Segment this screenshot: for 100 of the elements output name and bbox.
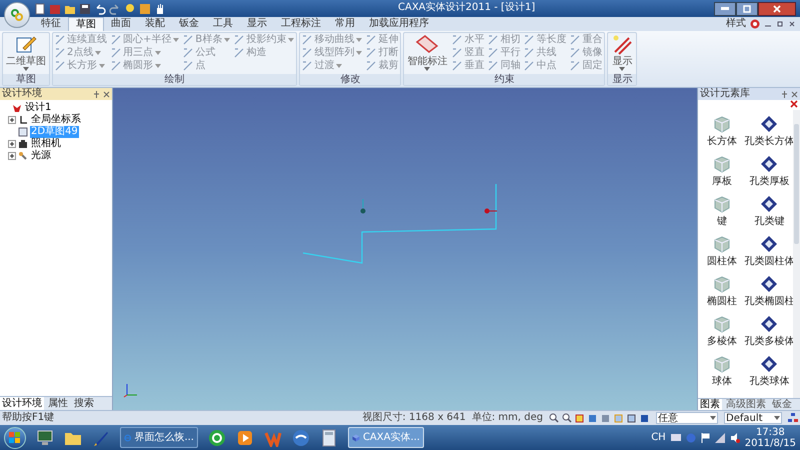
expand-icon[interactable] bbox=[8, 116, 16, 124]
tool-icon bbox=[55, 48, 65, 58]
library-item[interactable]: 球体 bbox=[698, 350, 746, 390]
solid-shape-icon bbox=[712, 114, 732, 134]
tool-icon bbox=[452, 60, 462, 70]
library-item[interactable]: 厚板 bbox=[698, 150, 746, 190]
minimize-icon bbox=[721, 7, 729, 10]
library-item[interactable]: 孔类多棱体 bbox=[746, 310, 793, 350]
panel-tab[interactable]: 搜索 bbox=[72, 397, 96, 410]
panel-tab[interactable]: 属性 bbox=[46, 397, 70, 410]
restore-button[interactable] bbox=[736, 2, 758, 16]
solid-shape-icon bbox=[712, 314, 732, 334]
restore-icon[interactable] bbox=[776, 20, 784, 28]
window-title: CAXA实体设计2011 - [设计1] bbox=[398, 2, 536, 14]
panel-tab[interactable]: 钣金 bbox=[770, 398, 794, 410]
library-item[interactable]: 多棱体 bbox=[698, 310, 746, 350]
library-item[interactable]: 圆柱体 bbox=[698, 230, 746, 270]
ribbon-tab[interactable]: 钣金 bbox=[172, 17, 206, 31]
player-icon[interactable] bbox=[236, 428, 254, 446]
scrollbar[interactable] bbox=[793, 110, 800, 398]
pin-icon[interactable] bbox=[781, 90, 788, 98]
style-dropdown[interactable]: Default bbox=[724, 412, 782, 424]
tool-icon bbox=[524, 34, 534, 44]
zoom-icon[interactable] bbox=[562, 413, 572, 423]
tool-icon bbox=[55, 34, 65, 44]
flag-icon[interactable] bbox=[700, 432, 710, 442]
library-item[interactable]: 孔类球体 bbox=[746, 350, 793, 390]
ribbon-tab[interactable]: 曲面 bbox=[104, 17, 138, 31]
panel-tab[interactable]: 设计环境 bbox=[0, 397, 44, 410]
close-icon[interactable] bbox=[791, 90, 798, 98]
tool-icon bbox=[111, 48, 121, 58]
start-button[interactable] bbox=[4, 426, 26, 448]
library-item[interactable]: 长方体 bbox=[698, 110, 746, 150]
library-item[interactable]: 孔类键 bbox=[746, 190, 793, 230]
panel-tab[interactable]: 高级图素 bbox=[724, 398, 768, 410]
close-icon[interactable] bbox=[103, 90, 110, 98]
axes-icon bbox=[18, 115, 28, 125]
hole-shape-icon bbox=[759, 234, 780, 254]
ribbon-large-button[interactable]: 显示 bbox=[610, 33, 634, 74]
ribbon-tab[interactable]: 特征 bbox=[34, 17, 68, 31]
signal-icon[interactable] bbox=[714, 432, 725, 442]
zoom-icon[interactable] bbox=[549, 413, 559, 423]
ribbon-tab[interactable]: 工具 bbox=[206, 17, 240, 31]
close-button[interactable] bbox=[758, 2, 796, 16]
speaker-icon[interactable] bbox=[730, 432, 740, 442]
dimension-icon bbox=[415, 34, 440, 56]
tool-icon bbox=[488, 48, 498, 58]
clock[interactable]: 17:38 2011/8/15 bbox=[744, 426, 796, 448]
redo-icon[interactable] bbox=[109, 2, 121, 14]
tool-icon bbox=[302, 60, 312, 70]
library-item[interactable]: 孔类长方体 bbox=[746, 110, 793, 150]
units-text: 单位: mm, deg bbox=[472, 412, 543, 424]
panel-tab[interactable]: 图素 bbox=[698, 398, 722, 410]
expand-icon[interactable] bbox=[8, 140, 16, 148]
library-item[interactable]: 椭圆柱 bbox=[698, 270, 746, 310]
hand-icon[interactable] bbox=[154, 2, 166, 14]
tool-icon bbox=[234, 48, 244, 58]
ribbon-large-button[interactable]: 智能标注 bbox=[406, 33, 448, 74]
ribbon-large-button[interactable]: 二维草图 bbox=[5, 33, 47, 74]
ribbon-tab[interactable]: 加载应用程序 bbox=[362, 17, 436, 31]
tool-icon bbox=[302, 34, 312, 44]
computer-icon[interactable] bbox=[36, 428, 54, 446]
scroll-thumb[interactable] bbox=[794, 124, 799, 244]
taskbar-button[interactable]: 界面怎么恢... bbox=[120, 427, 198, 448]
ribbon-tab[interactable]: 工程标注 bbox=[274, 17, 328, 31]
tree-item[interactable]: 设计1 bbox=[24, 102, 52, 114]
close-icon[interactable] bbox=[790, 100, 798, 108]
close-icon[interactable] bbox=[788, 20, 796, 28]
tool-icon bbox=[183, 34, 194, 44]
ribbon-tab[interactable]: 装配 bbox=[138, 17, 172, 31]
calculator-icon[interactable] bbox=[320, 428, 338, 446]
tool-icon bbox=[452, 48, 462, 58]
ribbon-tab[interactable]: 草图 bbox=[68, 17, 104, 31]
style-menu[interactable]: 样式 bbox=[726, 18, 746, 30]
point-marker-icon bbox=[483, 207, 497, 215]
pin-icon[interactable] bbox=[93, 90, 100, 98]
app-menu-button[interactable] bbox=[4, 2, 30, 28]
tree-item[interactable]: 照相机 bbox=[30, 138, 62, 150]
library-item[interactable]: 孔类厚板 bbox=[746, 150, 793, 190]
expand-icon[interactable] bbox=[8, 152, 16, 160]
undo-icon[interactable] bbox=[94, 2, 106, 14]
group-label: 修改 bbox=[300, 74, 400, 85]
library-item[interactable]: 键 bbox=[698, 190, 746, 230]
minimize-button[interactable] bbox=[714, 2, 736, 16]
globe-icon[interactable] bbox=[208, 428, 226, 446]
library-item[interactable]: 孔类椭圆柱 bbox=[746, 270, 793, 310]
language-indicator[interactable]: CH bbox=[651, 432, 666, 444]
display-icon bbox=[611, 34, 634, 56]
new-file-icon[interactable] bbox=[34, 2, 46, 14]
save-icon[interactable] bbox=[79, 2, 91, 14]
tree-item[interactable]: 全局坐标系 bbox=[30, 114, 82, 126]
caret-icon bbox=[710, 416, 716, 420]
selection-filter-dropdown[interactable]: 任意 bbox=[656, 412, 718, 424]
ribbon-tab[interactable]: 显示 bbox=[240, 17, 274, 31]
tool-icon bbox=[111, 60, 121, 70]
network-icon[interactable] bbox=[788, 413, 798, 423]
tree-item[interactable]: 光源 bbox=[30, 150, 52, 162]
library-item[interactable]: 孔类圆柱体 bbox=[746, 230, 793, 270]
keyboard-icon[interactable] bbox=[670, 434, 681, 442]
ribbon-tab[interactable]: 常用 bbox=[328, 17, 362, 31]
